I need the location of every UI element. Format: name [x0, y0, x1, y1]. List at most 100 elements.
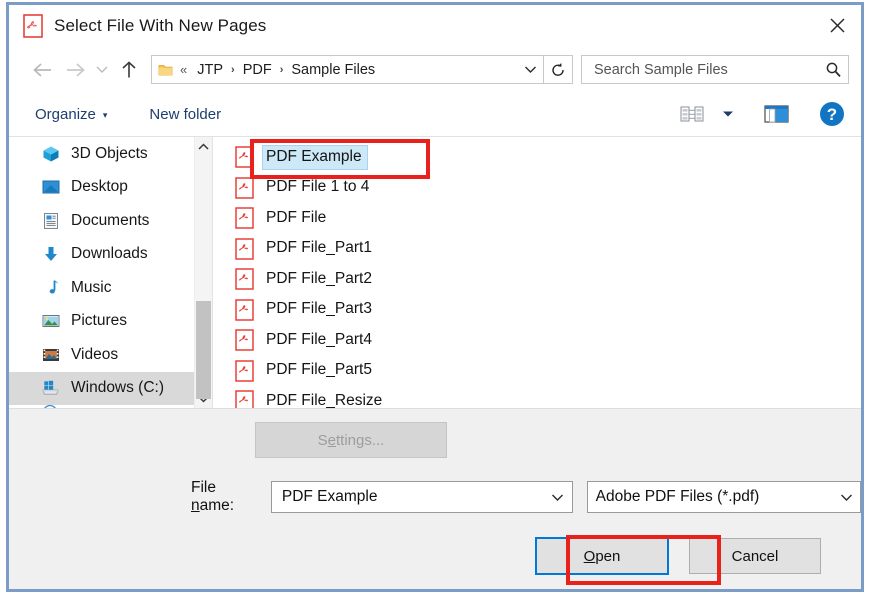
chevron-down-icon: ▾ — [102, 109, 108, 120]
address-dropdown-button[interactable] — [517, 65, 543, 74]
help-icon: ? — [820, 102, 844, 126]
file-list-item[interactable]: PDF File_Part3 — [213, 295, 861, 326]
back-button[interactable] — [27, 55, 59, 85]
settings-label: Settings... — [317, 431, 385, 449]
settings-button[interactable]: Settings... — [255, 422, 447, 458]
sidebar-item-label: Windows (C:) — [71, 379, 165, 397]
toolbar-right-group: ? — [680, 101, 845, 127]
sidebar-item-label: Music — [71, 278, 112, 296]
navigation-scrollbar[interactable] — [194, 137, 212, 408]
sidebar-item-label: Downloads — [71, 245, 148, 263]
videos-icon — [41, 345, 60, 364]
open-label: Open — [583, 547, 621, 565]
file-name-input[interactable] — [279, 487, 544, 507]
pdf-file-icon — [235, 329, 254, 351]
navigation-tree: 3D Objects Desktop Documents Downloads M… — [9, 137, 195, 408]
breadcrumb-separator: › — [279, 63, 284, 76]
sidebar-item-3d-objects[interactable]: 3D Objects — [9, 137, 195, 171]
file-name: PDF Example — [262, 144, 368, 170]
file-list-item[interactable]: PDF File_Part1 — [213, 234, 861, 265]
open-button[interactable]: Open — [535, 537, 669, 575]
documents-icon — [41, 211, 60, 230]
file-list-item[interactable]: PDF File_Resize — [213, 386, 861, 408]
chevron-down-icon — [96, 66, 108, 74]
sidebar-item-pictures[interactable]: Pictures — [9, 305, 195, 339]
file-list-pane: PDF Example PDF File 1 to 4 PDF File PDF… — [213, 137, 861, 408]
file-name-accel-char: n — [191, 497, 200, 514]
cancel-button[interactable]: Cancel — [689, 538, 821, 574]
settings-accel-char: e — [327, 431, 336, 449]
organize-label: Organize — [35, 105, 96, 123]
close-button[interactable] — [813, 5, 861, 45]
svg-text:?: ? — [827, 105, 837, 124]
recent-locations-button[interactable] — [91, 55, 113, 85]
scroll-up-button[interactable] — [195, 137, 212, 156]
help-button[interactable]: ? — [819, 101, 845, 127]
open-accel-char: O — [583, 547, 596, 565]
file-type-combobox[interactable]: Adobe PDF Files (*.pdf) — [586, 481, 861, 513]
breadcrumb-item-0[interactable]: JTP — [194, 61, 226, 79]
preview-pane-button[interactable] — [764, 104, 789, 124]
address-bar[interactable]: « JTP › PDF › Sample Files — [151, 55, 544, 84]
breadcrumb-item-1[interactable]: PDF — [240, 61, 275, 79]
organize-button[interactable]: Organize ▾ — [35, 106, 107, 123]
breadcrumb-overflow[interactable]: « — [178, 62, 194, 77]
sidebar-item-partial[interactable] — [9, 405, 195, 408]
sidebar-item-downloads[interactable]: Downloads — [9, 238, 195, 272]
sidebar-item-label: Desktop — [71, 178, 128, 196]
search-input[interactable] — [592, 60, 825, 79]
file-list-item[interactable]: PDF File 1 to 4 — [213, 173, 861, 204]
navigation-bar: « JTP › PDF › Sample Files — [9, 47, 861, 92]
chevron-down-icon[interactable] — [832, 493, 860, 502]
pdf-file-icon — [235, 268, 254, 290]
list-view-icon — [680, 106, 704, 122]
breadcrumb: « JTP › PDF › Sample Files — [178, 61, 517, 79]
refresh-button[interactable] — [544, 55, 573, 84]
new-folder-button[interactable]: New folder — [149, 106, 221, 123]
action-buttons-row: Open Cancel — [9, 523, 861, 589]
file-name: PDF File_Part3 — [266, 300, 372, 318]
3d-objects-icon — [41, 144, 60, 163]
sidebar-item-label: Documents — [71, 211, 150, 229]
file-name: PDF File — [266, 208, 327, 226]
arrow-left-icon — [33, 62, 51, 77]
chevron-down-icon — [723, 111, 733, 117]
file-list-item[interactable]: PDF File_Part4 — [213, 325, 861, 356]
navigation-pane: 3D Objects Desktop Documents Downloads M… — [9, 137, 213, 408]
title-bar-left: Select File With New Pages — [9, 14, 266, 38]
search-icon — [826, 62, 841, 78]
forward-button[interactable] — [59, 55, 91, 85]
dialog-footer: Settings... File name: Adobe PDF Files (… — [9, 408, 861, 589]
file-list-item[interactable]: PDF Example — [213, 142, 861, 173]
sidebar-item-videos[interactable]: Videos — [9, 338, 195, 372]
file-name-label: File name: — [191, 479, 235, 514]
scrollbar-thumb[interactable] — [196, 301, 211, 399]
pdf-file-icon — [23, 14, 43, 38]
file-list-item[interactable]: PDF File — [213, 203, 861, 234]
arrow-up-icon — [122, 60, 136, 77]
sidebar-item-windows-c[interactable]: Windows (C:) — [9, 371, 195, 405]
file-name: PDF File_Part5 — [266, 361, 372, 379]
sidebar-item-music[interactable]: Music — [9, 271, 195, 305]
folder-icon — [152, 63, 178, 77]
sidebar-item-desktop[interactable]: Desktop — [9, 171, 195, 205]
sidebar-item-documents[interactable]: Documents — [9, 204, 195, 238]
scrollbar-track[interactable] — [195, 156, 212, 399]
file-name-combobox[interactable] — [270, 481, 573, 513]
breadcrumb-item-2[interactable]: Sample Files — [288, 61, 378, 79]
search-box[interactable] — [581, 55, 849, 84]
file-open-dialog: Select File With New Pages « JTP › PDF ›… — [6, 2, 864, 592]
chevron-down-icon[interactable] — [544, 493, 572, 502]
file-list-item[interactable]: PDF File_Part2 — [213, 264, 861, 295]
file-name: PDF File_Resize — [266, 391, 383, 408]
change-view-button[interactable] — [680, 104, 734, 124]
file-list-item[interactable]: PDF File_Part5 — [213, 356, 861, 387]
arrow-right-icon — [67, 62, 85, 77]
cancel-label: Cancel — [731, 547, 779, 565]
file-name: PDF File_Part1 — [266, 239, 372, 257]
file-name: PDF File_Part2 — [266, 269, 372, 287]
dialog-body: 3D Objects Desktop Documents Downloads M… — [9, 137, 861, 408]
chevron-down-icon — [524, 66, 536, 73]
close-icon — [829, 17, 845, 33]
up-button[interactable] — [113, 55, 145, 85]
